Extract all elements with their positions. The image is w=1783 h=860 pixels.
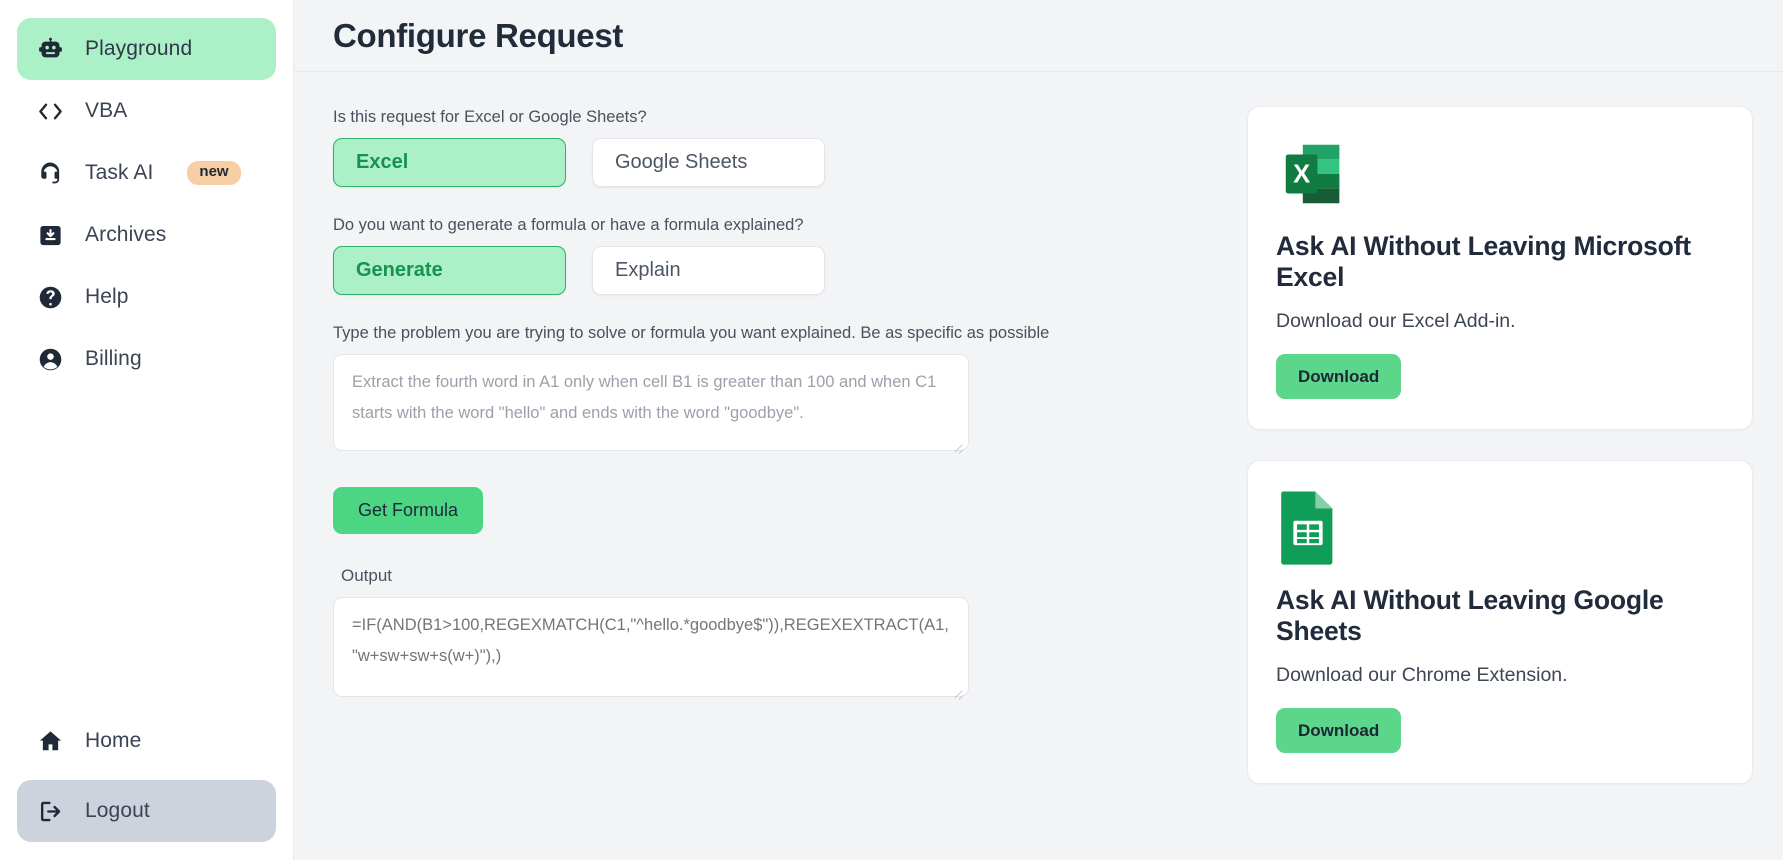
promo-title: Ask AI Without Leaving Microsoft Excel (1276, 231, 1691, 292)
mode-option-explain[interactable]: Explain (592, 246, 825, 295)
download-chrome-extension-button[interactable]: Download (1276, 708, 1402, 753)
google-sheets-icon (1276, 489, 1724, 567)
prompt-input-wrapper (333, 354, 969, 456)
platform-choice-group: Excel Google Sheets (333, 138, 1207, 187)
page-content: Is this request for Excel or Google Shee… (294, 72, 1783, 860)
sidebar-item-label: Billing (85, 347, 142, 370)
get-formula-button[interactable]: Get Formula (333, 487, 484, 534)
sidebar-item-home[interactable]: Home (17, 710, 276, 772)
mode-option-generate[interactable]: Generate (333, 246, 566, 295)
sidebar-item-help[interactable]: Help (17, 266, 276, 328)
svg-text:X: X (1293, 161, 1310, 189)
sidebar-bottom-pad (17, 842, 276, 860)
logout-icon (35, 796, 65, 826)
platform-question-label: Is this request for Excel or Google Shee… (333, 108, 647, 126)
sidebar-item-label: Home (85, 729, 142, 752)
sidebar-item-archives[interactable]: Archives (17, 204, 276, 266)
platform-option-excel[interactable]: Excel (333, 138, 566, 187)
sidebar-item-logout[interactable]: Logout (17, 780, 276, 842)
prompt-label: Type the problem you are trying to solve… (333, 324, 1050, 342)
sidebar: Playground VBA Task AI new Archives Help… (0, 0, 294, 860)
user-circle-icon (35, 344, 65, 374)
main-region: Configure Request Is this request for Ex… (294, 0, 1783, 860)
headset-icon (35, 158, 65, 188)
output-label: Output (341, 566, 393, 585)
download-excel-addin-button[interactable]: Download (1276, 354, 1402, 399)
sidebar-item-label: Playground (85, 37, 193, 60)
output-field[interactable] (333, 597, 969, 697)
home-icon (35, 726, 65, 756)
promo-title: Ask AI Without Leaving Google Sheets (1276, 585, 1664, 646)
promo-card-google-sheets: Ask AI Without Leaving Google Sheets Dow… (1247, 460, 1753, 784)
archive-download-icon (35, 220, 65, 250)
platform-option-google-sheets[interactable]: Google Sheets (592, 138, 825, 187)
promo-sidebar: X Ask AI Without Leaving Microsoft Excel… (1207, 72, 1783, 860)
output-wrapper (333, 597, 969, 702)
sidebar-item-playground[interactable]: Playground (17, 18, 276, 80)
prompt-input[interactable] (333, 354, 969, 451)
sidebar-item-task-ai[interactable]: Task AI new (17, 142, 276, 204)
request-form: Is this request for Excel or Google Shee… (294, 72, 1207, 860)
sidebar-item-label: Logout (85, 799, 150, 822)
page-header: Configure Request (294, 0, 1783, 72)
code-brackets-icon (35, 96, 65, 126)
status-badge-new: new (187, 161, 241, 185)
promo-subtitle: Download our Excel Add-in. (1276, 310, 1516, 332)
sidebar-item-label: VBA (85, 99, 128, 122)
sidebar-item-label: Help (85, 285, 129, 308)
sidebar-spacer-small (17, 772, 276, 780)
mode-question-label: Do you want to generate a formula or hav… (333, 216, 804, 234)
sidebar-item-vba[interactable]: VBA (17, 80, 276, 142)
promo-card-excel: X Ask AI Without Leaving Microsoft Excel… (1247, 106, 1753, 430)
page-title: Configure Request (333, 16, 624, 54)
promo-subtitle: Download our Chrome Extension. (1276, 664, 1568, 686)
app-root: Playground VBA Task AI new Archives Help… (0, 0, 1783, 860)
microsoft-excel-icon: X (1276, 135, 1724, 213)
sidebar-item-billing[interactable]: Billing (17, 328, 276, 390)
robot-icon (35, 34, 65, 64)
question-circle-icon (35, 282, 65, 312)
sidebar-item-label: Archives (85, 223, 167, 246)
mode-choice-group: Generate Explain (333, 246, 1207, 295)
sidebar-item-label: Task AI (85, 161, 154, 184)
